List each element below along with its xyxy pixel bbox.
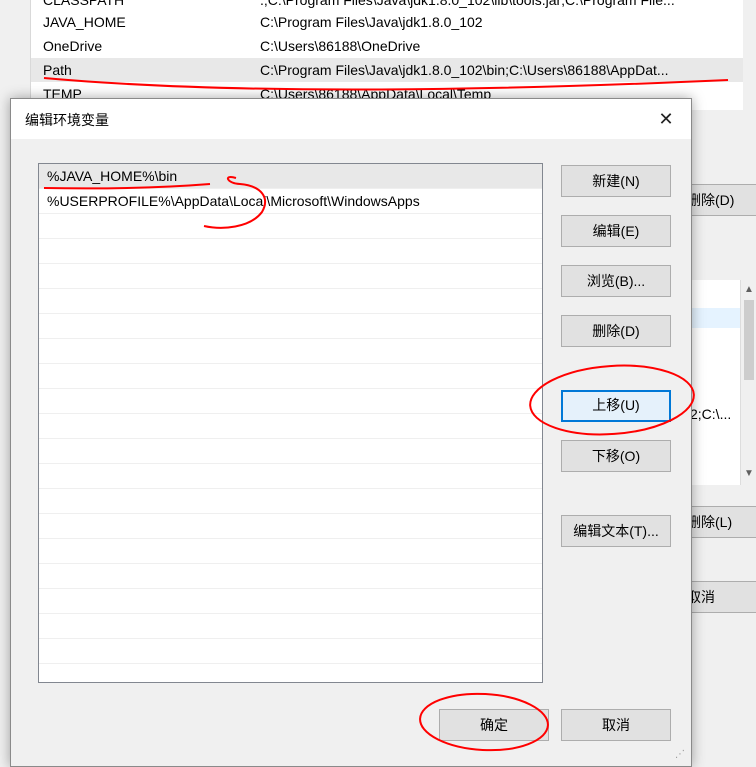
edit-button[interactable]: 编辑(E) [561,215,671,247]
dialog-title: 编辑环境变量 [25,112,109,128]
list-item[interactable]: %JAVA_HOME%\bin [39,164,542,189]
system-variables-list: CLASSPATH .;C:\Program Files\Java\jdk1.8… [30,0,743,110]
background-scrollbar[interactable]: ▲ ▼ [740,280,756,485]
empty-list-row [39,589,542,614]
empty-list-row [39,264,542,289]
close-icon[interactable]: ✕ [651,105,681,133]
scroll-up-icon[interactable]: ▲ [741,282,756,298]
empty-list-row [39,414,542,439]
background-delete-l-label: 删除(L) [687,514,733,530]
background-list-fragment: 2;C:\... [690,406,732,422]
background-delete-label: 删除(D) [687,192,735,208]
move-down-button[interactable]: 下移(O) [561,440,671,472]
background-user-variables-list: 2;C:\... [690,280,740,485]
edit-env-variable-dialog: 编辑环境变量 ✕ %JAVA_HOME%\bin %USERPROFILE%\A… [10,98,692,767]
list-item-text: %JAVA_HOME%\bin [47,168,178,184]
background-selected-row [690,308,740,328]
browse-button[interactable]: 浏览(B)... [561,265,671,297]
empty-list-row [39,314,542,339]
list-item[interactable]: %USERPROFILE%\AppData\Local\Microsoft\Wi… [39,189,542,214]
empty-list-row [39,614,542,639]
resize-grip-icon[interactable]: ⋰ [675,749,689,763]
empty-list-row [39,539,542,564]
path-entries-list[interactable]: %JAVA_HOME%\bin %USERPROFILE%\AppData\Lo… [38,163,543,683]
variable-row-onedrive[interactable]: OneDrive C:\Users\86188\OneDrive [31,34,743,58]
variable-name: JAVA_HOME [43,14,126,30]
empty-list-row [39,639,542,664]
edit-text-button[interactable]: 编辑文本(T)... [561,515,671,547]
empty-list-row [39,439,542,464]
variable-value: C:\Program Files\Java\jdk1.8.0_102 [260,14,483,30]
dialog-titlebar: 编辑环境变量 ✕ [11,99,691,139]
empty-list-row [39,239,542,264]
variable-name: OneDrive [43,38,103,54]
variable-value: C:\Users\86188\OneDrive [260,38,421,54]
move-up-button[interactable]: 上移(U) [561,390,671,422]
variable-name: Path [43,62,72,78]
empty-list-row [39,389,542,414]
empty-list-row [39,289,542,314]
empty-list-row [39,339,542,364]
cancel-button[interactable]: 取消 [561,709,671,741]
ok-button[interactable]: 确定 [439,709,549,741]
empty-list-row [39,214,542,239]
empty-list-row [39,514,542,539]
delete-button[interactable]: 删除(D) [561,315,671,347]
empty-list-row [39,489,542,514]
scroll-down-icon[interactable]: ▼ [741,466,756,482]
empty-list-row [39,364,542,389]
variable-row-java-home[interactable]: JAVA_HOME C:\Program Files\Java\jdk1.8.0… [31,10,743,34]
variable-row-path[interactable]: Path C:\Program Files\Java\jdk1.8.0_102\… [31,58,743,82]
empty-list-row [39,464,542,489]
new-button[interactable]: 新建(N) [561,165,671,197]
empty-list-row [39,564,542,589]
list-item-text: %USERPROFILE%\AppData\Local\Microsoft\Wi… [47,193,420,209]
variable-value: C:\Program Files\Java\jdk1.8.0_102\bin;C… [260,62,669,78]
scroll-thumb[interactable] [744,300,754,380]
